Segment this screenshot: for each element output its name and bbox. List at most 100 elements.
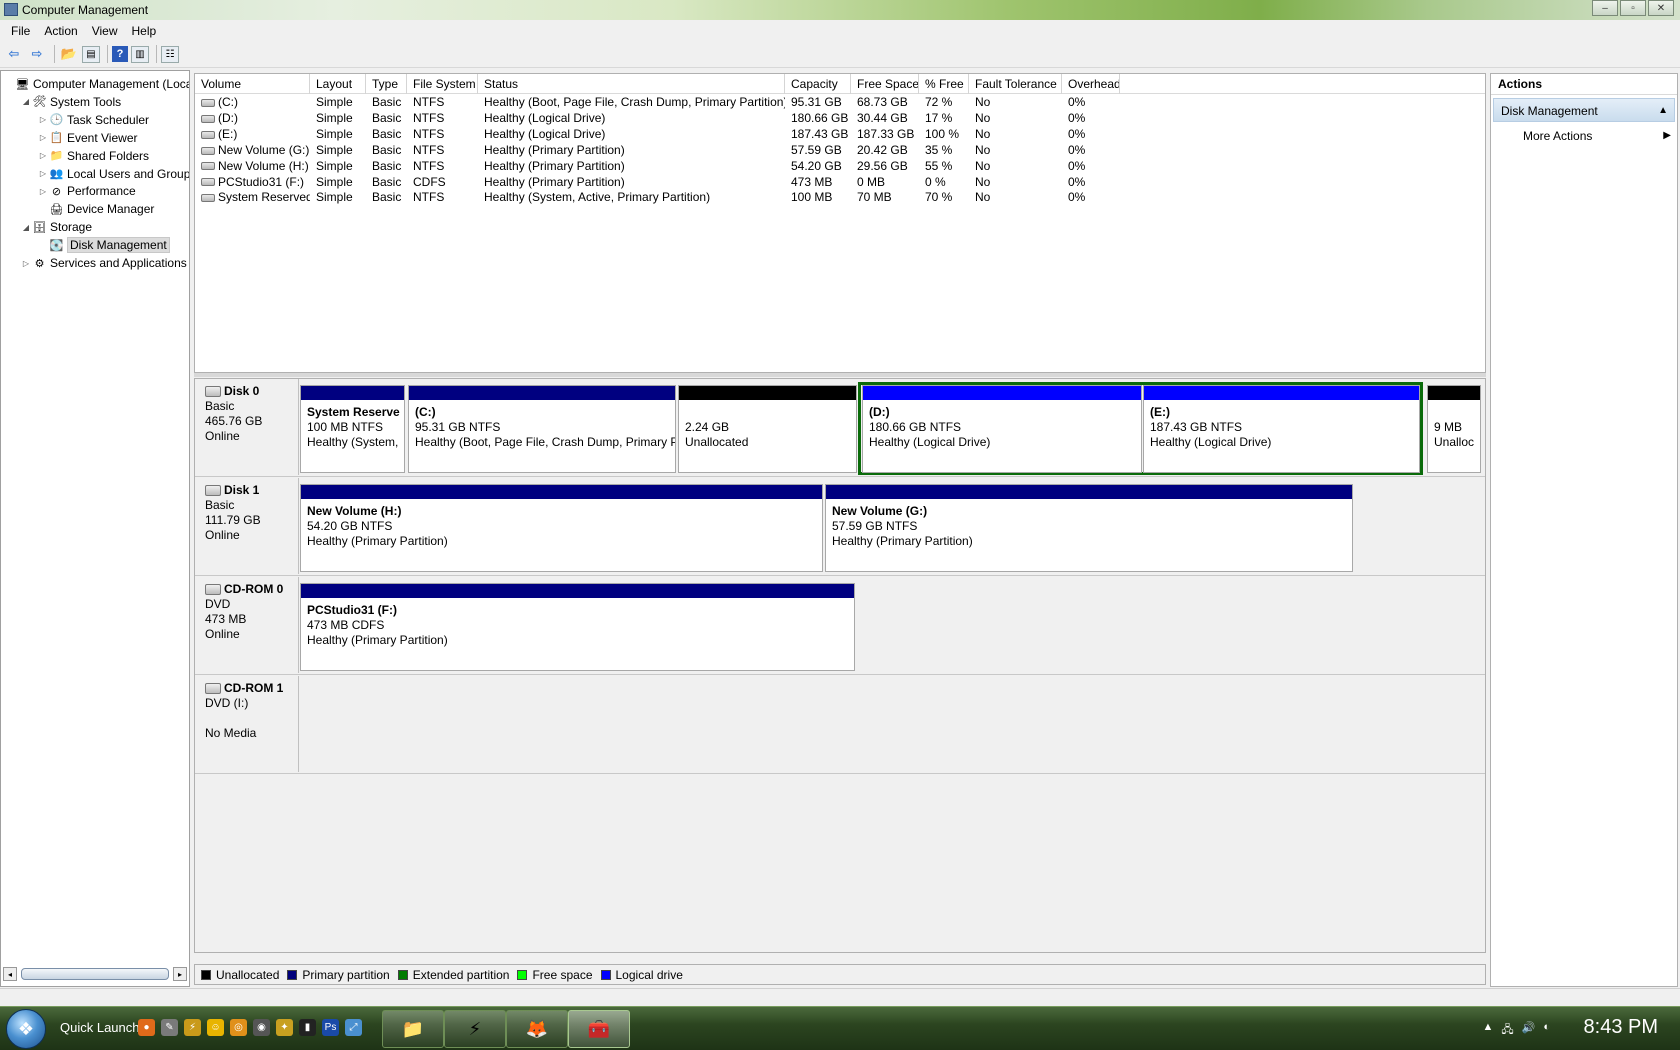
toolbar-separator — [156, 45, 157, 63]
maximize-button[interactable]: ▫ — [1620, 0, 1646, 16]
partition-g[interactable]: New Volume (G:) 57.59 GB NTFS Healthy (Pri… — [825, 484, 1353, 572]
close-button[interactable]: ✕ — [1648, 0, 1674, 16]
expand-arrow-icon[interactable]: ◢ — [20, 97, 32, 106]
partition-d[interactable]: (D:) 180.66 GB NTFS Healthy (Logical Drive… — [862, 385, 1142, 473]
partition-size: 100 MB NTFS — [307, 420, 384, 434]
hard-disk-icon — [205, 386, 221, 397]
partition-unallocated-1[interactable]: 2.24 GB Unallocated — [678, 385, 857, 473]
tree-system-tools[interactable]: ◢ 🛠 System Tools — [20, 93, 121, 111]
terminal-icon[interactable]: ▮ — [299, 1019, 316, 1036]
tree-task-scheduler[interactable]: ▷ 🕒 Task Scheduler — [37, 111, 149, 129]
tree-horizontal-scrollbar[interactable]: ◂ ▸ — [3, 966, 187, 982]
volume-row[interactable]: (E:) Simple Basic NTFS Healthy (Logical Driv… — [195, 126, 1485, 143]
taskbar-explorer-button[interactable]: 📁 — [382, 1010, 444, 1048]
column-header-status[interactable]: Status — [478, 74, 785, 94]
tree-disk-management[interactable]: 💽 Disk Management — [37, 236, 170, 254]
photoshop-icon[interactable]: Ps — [322, 1019, 339, 1036]
scroll-thumb[interactable] — [21, 968, 169, 980]
menu-view[interactable]: View — [85, 24, 125, 38]
cdrom-1-label[interactable]: CD-ROM 1 DVD (I:) No Media — [197, 676, 299, 772]
partition-e[interactable]: (E:) 187.43 GB NTFS Healthy (Logical Drive… — [1143, 385, 1420, 473]
help-icon[interactable]: ? — [112, 46, 128, 62]
pane-splitter[interactable] — [194, 373, 1486, 377]
tree-event-viewer[interactable]: ▷ 📋 Event Viewer — [37, 129, 138, 147]
tree-storage[interactable]: ◢ 🗄 Storage — [20, 218, 92, 236]
tools-icon[interactable]: ✦ — [276, 1019, 293, 1036]
partition-c[interactable]: (C:) 95.31 GB NTFS Healthy (Boot, Page Fil… — [408, 385, 676, 473]
partition-system-reserved[interactable]: System Reserve 100 MB NTFS Healthy (System… — [300, 385, 405, 473]
show-hidden-icons[interactable]: ▲ — [1482, 1021, 1493, 1040]
scroll-right-icon[interactable]: ▸ — [173, 967, 187, 981]
taskbar-computer-management-button[interactable]: 🧰 — [568, 1010, 630, 1048]
partition-title: New Volume (G:) — [832, 504, 928, 518]
clock[interactable]: 8:43 PM — [1584, 1016, 1658, 1039]
app-tray-icon[interactable]: ◐ — [1543, 1021, 1550, 1040]
menu-action[interactable]: Action — [37, 24, 84, 38]
volume-row[interactable]: (C:) Simple Basic NTFS Healthy (Boot, Page F… — [195, 94, 1485, 111]
column-header-type[interactable]: Type — [366, 74, 407, 94]
expand-arrow-icon[interactable]: ▷ — [37, 115, 49, 124]
partition-title — [1434, 405, 1480, 420]
start-button[interactable]: ❖ — [6, 1009, 46, 1049]
show-desktop-icon[interactable]: ⤢ — [345, 1019, 362, 1036]
volume-row[interactable]: New Volume (H:) Simple Basic NTFS Healthy (P… — [195, 158, 1485, 175]
volume-icon[interactable]: 🔊 — [1522, 1021, 1536, 1040]
scroll-left-icon[interactable]: ◂ — [3, 967, 17, 981]
column-header-overhead[interactable]: Overhead — [1062, 74, 1120, 94]
cdrom-0-label[interactable]: CD-ROM 0 DVD 473 MB Online — [197, 577, 299, 673]
back-arrow-icon[interactable]: ⇦ — [4, 44, 24, 64]
volume-row[interactable]: PCStudio31 (F:) Simple Basic CDFS Healthy (P… — [195, 174, 1485, 191]
column-header-fault-tolerance[interactable]: Fault Tolerance — [969, 74, 1062, 94]
column-header-volume[interactable]: Volume — [195, 74, 310, 94]
winamp-icon[interactable]: ⚡ — [184, 1019, 201, 1036]
more-actions-item[interactable]: More Actions ▶ — [1491, 125, 1677, 147]
smiley-icon[interactable]: ☺ — [207, 1019, 224, 1036]
expand-arrow-icon[interactable]: ▷ — [20, 259, 32, 268]
firefox-icon[interactable]: ● — [138, 1019, 155, 1036]
partition-bar — [863, 386, 1141, 400]
network-icon[interactable]: 🖧 — [1501, 1021, 1513, 1040]
tree-device-manager[interactable]: 🖨 Device Manager — [37, 200, 155, 218]
disk-0-label[interactable]: Disk 0 Basic 465.76 GB Online — [197, 379, 299, 475]
forward-arrow-icon[interactable]: ⇨ — [27, 44, 47, 64]
folder-icon: 📁 — [401, 1018, 425, 1039]
pen-icon[interactable]: ✎ — [161, 1019, 178, 1036]
tree-local-users[interactable]: ▷ 👥 Local Users and Groups — [37, 165, 189, 183]
expand-arrow-icon[interactable]: ▷ — [37, 169, 49, 178]
column-header-percent-free[interactable]: % Free — [919, 74, 969, 94]
expand-arrow-icon[interactable]: ▷ — [37, 151, 49, 160]
show-hide-action-pane-icon[interactable]: ▥ — [131, 45, 149, 63]
actions-section-disk-management[interactable]: Disk Management ▲ — [1493, 98, 1675, 122]
minimize-button[interactable]: – — [1592, 0, 1618, 16]
column-header-layout[interactable]: Layout — [310, 74, 366, 94]
volume-row[interactable]: (D:) Simple Basic NTFS Healthy (Logical Driv… — [195, 110, 1485, 127]
up-folder-icon[interactable]: 📂 — [59, 44, 79, 64]
tree-performance[interactable]: ▷ ⊘ Performance — [37, 182, 136, 200]
partition-f[interactable]: PCStudio31 (F:) 473 MB CDFS Healthy (Prima… — [300, 583, 855, 671]
expand-arrow-icon[interactable]: ▷ — [37, 133, 49, 142]
taskbar-winamp-button[interactable]: ⚡ — [444, 1010, 506, 1048]
tree-root[interactable]: 🖥 Computer Management (Local — [3, 75, 189, 93]
volume-row[interactable]: System Reserved Simple Basic NTFS Healthy (S… — [195, 189, 1485, 206]
menu-file[interactable]: File — [4, 24, 37, 38]
column-header-capacity[interactable]: Capacity — [785, 74, 851, 94]
column-header-file-system[interactable]: File System — [407, 74, 478, 94]
show-hide-tree-icon[interactable]: ▤ — [82, 45, 100, 63]
properties-icon[interactable]: ☷ — [161, 45, 179, 63]
disc-icon[interactable]: ◉ — [253, 1019, 270, 1036]
tree-shared-folders[interactable]: ▷ 📁 Shared Folders — [37, 147, 149, 165]
media-icon[interactable]: ◎ — [230, 1019, 247, 1036]
column-header-free-space[interactable]: Free Space — [851, 74, 919, 94]
partition-h[interactable]: New Volume (H:) 54.20 GB NTFS Healthy (Pri… — [300, 484, 823, 572]
expand-arrow-icon[interactable]: ◢ — [20, 223, 32, 232]
status-bar — [0, 988, 1680, 1002]
expand-arrow-icon[interactable]: ▷ — [37, 187, 49, 196]
menu-help[interactable]: Help — [125, 24, 164, 38]
volume-row[interactable]: New Volume (G:) Simple Basic NTFS Healthy (P… — [195, 142, 1485, 159]
disk-status: Online — [205, 429, 240, 443]
disk-1-label[interactable]: Disk 1 Basic 111.79 GB Online — [197, 478, 299, 574]
tree-services-apps[interactable]: ▷ ⚙ Services and Applications — [20, 254, 187, 272]
collapse-caret-icon[interactable]: ▲ — [1658, 99, 1674, 121]
partition-unallocated-2[interactable]: 9 MB Unalloc — [1427, 385, 1481, 473]
taskbar-firefox-button[interactable]: 🦊 — [506, 1010, 568, 1048]
